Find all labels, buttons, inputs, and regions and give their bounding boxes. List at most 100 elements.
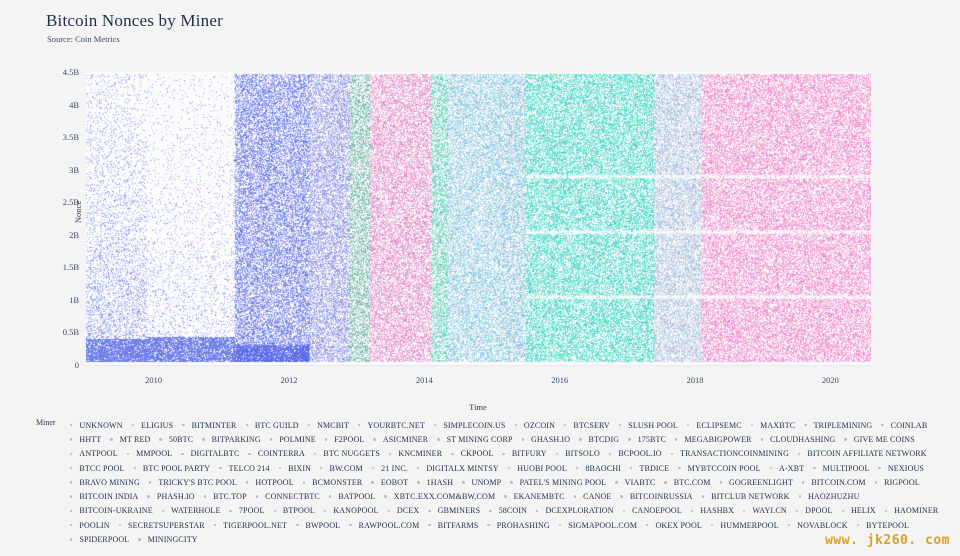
legend-item[interactable]: CANOEPOOL [622, 504, 682, 518]
legend-item[interactable]: HHTT [70, 432, 101, 446]
legend-item[interactable]: BTC GUILD [245, 418, 299, 432]
legend-item[interactable]: HAOZHUZHU [798, 489, 860, 503]
legend-item[interactable]: ANTPOOL [70, 447, 118, 461]
legend-item[interactable]: SECRETSUPERSTAR [118, 518, 205, 532]
legend-item[interactable]: KNCMINER [388, 447, 442, 461]
legend-item[interactable]: F2POOL [324, 432, 365, 446]
legend-item[interactable]: BITCOIN-UKRAINE [70, 504, 153, 518]
legend-item[interactable]: EOBOT [371, 475, 408, 489]
legend-item[interactable]: SIMPLECOIN.US [433, 418, 506, 432]
legend-item[interactable]: BITCLUB NETWORK [701, 489, 790, 503]
legend-item[interactable]: BYTEPOOL [856, 518, 909, 532]
legend-item[interactable]: VIABTC [615, 475, 655, 489]
legend-item[interactable]: MULTIPOOL [813, 461, 869, 475]
legend-item[interactable]: 21 INC. [371, 461, 408, 475]
legend-item[interactable]: WAYI.CN [743, 504, 787, 518]
legend-item[interactable]: OZCOIN [514, 418, 556, 432]
legend-item[interactable]: UNOMP [462, 475, 501, 489]
legend-item[interactable]: BCMONSTER [302, 475, 363, 489]
legend-item[interactable]: BTCDIG [579, 432, 619, 446]
legend-item[interactable]: OKEX POOL [646, 518, 702, 532]
legend-item[interactable]: TIGERPOOL.NET [213, 518, 287, 532]
legend-item[interactable]: NEXIOUS [878, 461, 924, 475]
legend-item[interactable]: 1HASH [417, 475, 453, 489]
legend-item[interactable]: RIGPOOL [874, 475, 920, 489]
legend-item[interactable]: DIGITALX MINTSY [416, 461, 499, 475]
legend-item[interactable]: BITMINTER [182, 418, 236, 432]
legend-item[interactable]: BITFARMS [428, 518, 478, 532]
legend-item[interactable]: MEGABIGPOWER [675, 432, 752, 446]
legend-item[interactable]: TRICKY'S BTC POOL [148, 475, 237, 489]
legend-item[interactable]: BTC POOL PARTY [133, 461, 211, 475]
legend-item[interactable]: MMPOOL [126, 447, 172, 461]
legend-item[interactable]: HUMMERPOOL [710, 518, 779, 532]
legend-item[interactable]: KANOPOOL [323, 504, 379, 518]
legend-item[interactable]: SIGMAPOOL.COM [558, 518, 637, 532]
legend-item[interactable]: SLUSH POOL [618, 418, 678, 432]
legend-item[interactable]: 58COIN [489, 504, 527, 518]
legend-item[interactable]: DCEXPLORATION [536, 504, 614, 518]
legend-item[interactable]: MYBTCCOIN POOL [678, 461, 761, 475]
legend-item[interactable]: GBMINERS [428, 504, 480, 518]
legend-item[interactable]: RAWPOOL.COM [349, 518, 419, 532]
legend-item[interactable]: 50BTC [159, 432, 193, 446]
legend-item[interactable]: MT RED [110, 432, 150, 446]
legend-item[interactable]: HOTPOOL [246, 475, 294, 489]
legend-item[interactable]: MININGCITY [138, 532, 198, 546]
legend-item[interactable]: XBTC.EXX.COM&BW.COM [384, 489, 495, 503]
legend-item[interactable]: YOURBTC.NET [358, 418, 425, 432]
legend-item[interactable]: GHASH.IO [521, 432, 571, 446]
legend-item[interactable]: TRANSACTIONCOINMINING [670, 447, 789, 461]
legend-item[interactable]: BCPOOL.IO [608, 447, 662, 461]
legend-item[interactable]: EKANEMBTC [504, 489, 565, 503]
legend-item[interactable]: NOVABLOCK [787, 518, 848, 532]
legend-item[interactable]: TBDICE [630, 461, 669, 475]
legend-item[interactable]: ASICMINER [373, 432, 428, 446]
legend-item[interactable]: DIGITALBTC [181, 447, 239, 461]
legend-item[interactable]: BTCC POOL [70, 461, 125, 475]
legend-item[interactable]: BITPARKING [202, 432, 261, 446]
legend-item[interactable]: COINLAB [881, 418, 927, 432]
legend-item[interactable]: GIVE ME COINS [844, 432, 915, 446]
legend-item[interactable]: BTPOOL [273, 504, 315, 518]
legend-item[interactable]: PATEL'S MINING POOL [510, 475, 606, 489]
legend-item[interactable]: BITCOIN AFFILIATE NETWORK [798, 447, 927, 461]
legend-item[interactable]: DPOOL [795, 504, 833, 518]
legend-item[interactable]: BITCOIN.COM [801, 475, 866, 489]
legend-item[interactable]: HAOMINER [884, 504, 939, 518]
legend-item[interactable]: BW.COM [320, 461, 363, 475]
legend-item[interactable]: 175BTC [628, 432, 666, 446]
legend-item[interactable]: BTCSERV [564, 418, 610, 432]
legend-item[interactable]: TRIPLEMINING [804, 418, 872, 432]
legend-item[interactable]: CLOUDHASHING [760, 432, 836, 446]
legend-item[interactable]: HASHBX [690, 504, 734, 518]
legend-item[interactable]: COINTERRA [248, 447, 305, 461]
legend-item[interactable]: HELIX [841, 504, 876, 518]
legend-item[interactable]: ELIGIUS [131, 418, 174, 432]
legend-item[interactable]: MAXBTC [750, 418, 796, 432]
legend-item[interactable]: BITCOIN INDIA [70, 489, 138, 503]
legend-item[interactable]: BRAVO MINING [70, 475, 140, 489]
legend-item[interactable]: BWPOOL [296, 518, 340, 532]
legend-item[interactable]: BITFURY [502, 447, 547, 461]
legend-item[interactable]: POLMINE [269, 432, 316, 446]
legend-item[interactable]: NMCBIT [307, 418, 349, 432]
legend-item[interactable]: CONNECTBTC [255, 489, 320, 503]
legend-item[interactable]: ST MINING CORP [437, 432, 512, 446]
legend-item[interactable]: BTC NUGGETS [313, 447, 380, 461]
legend-item[interactable]: BTC.COM [664, 475, 710, 489]
legend-item[interactable]: PHASH.IO [147, 489, 195, 503]
legend-item[interactable]: BITSOLO [555, 447, 600, 461]
legend-item[interactable]: CANOE [573, 489, 612, 503]
legend-item[interactable]: DCEX [387, 504, 420, 518]
legend-item[interactable]: UNKNOWN [70, 418, 123, 432]
legend-item[interactable]: BIXIN [278, 461, 311, 475]
legend-item[interactable]: WATERHOLE [161, 504, 221, 518]
legend-item[interactable]: SPIDERPOOL [70, 532, 129, 546]
legend-item[interactable]: 7POOL [229, 504, 264, 518]
legend-item[interactable]: BATPOOL [328, 489, 375, 503]
legend-item[interactable]: ECLIPSEMC [686, 418, 742, 432]
legend-item[interactable]: GOGREENLIGHT [719, 475, 793, 489]
legend-item[interactable]: A-XBT [769, 461, 805, 475]
legend-item[interactable]: HUOBI POOL [507, 461, 567, 475]
